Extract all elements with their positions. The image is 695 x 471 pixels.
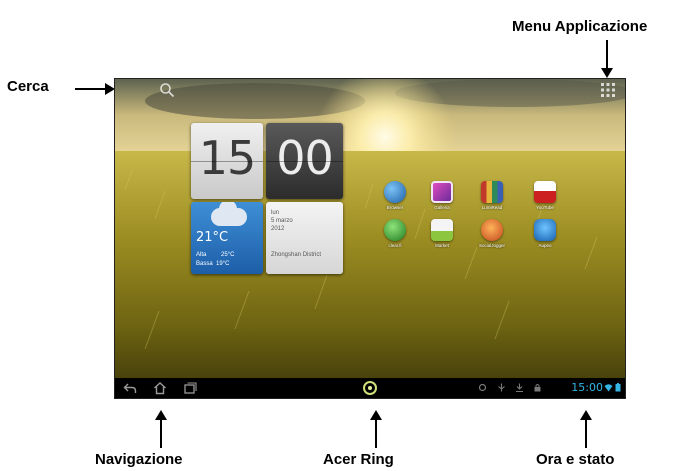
app-label: Aupeo bbox=[538, 243, 552, 248]
callout-ora-e-stato: Ora e stato bbox=[536, 451, 615, 468]
search-icon[interactable] bbox=[159, 82, 175, 98]
arrow-navigazione bbox=[155, 410, 167, 448]
callout-cerca: Cerca bbox=[7, 78, 49, 95]
top-bar bbox=[115, 79, 625, 101]
date-day-month: 5 marzo bbox=[271, 218, 293, 224]
callout-menu-applicazione: Menu Applicazione bbox=[512, 18, 648, 35]
app-aupeo[interactable]: Aupeo bbox=[528, 219, 562, 248]
date-year: 2012 bbox=[271, 226, 285, 232]
weather-low-label: Bassa bbox=[196, 261, 213, 267]
market-icon bbox=[431, 219, 453, 241]
back-icon[interactable] bbox=[123, 381, 137, 395]
app-lumiread[interactable]: LumiRead bbox=[475, 181, 509, 210]
app-label: SocialJogger bbox=[478, 243, 505, 248]
arrow-ora-e-stato bbox=[580, 410, 592, 448]
app-youtube[interactable]: YouTube bbox=[528, 181, 562, 210]
socialjogger-icon bbox=[481, 219, 503, 241]
arrow-menu-applicazione bbox=[601, 40, 613, 78]
app-label: clear.fi bbox=[388, 243, 402, 248]
books-icon bbox=[481, 181, 503, 203]
clock-hours-tile[interactable]: 15 bbox=[191, 123, 263, 199]
cloud-icon bbox=[211, 202, 247, 226]
home-icon[interactable] bbox=[153, 381, 167, 395]
callout-acer-ring: Acer Ring bbox=[323, 451, 394, 468]
app-label: Browser bbox=[386, 205, 404, 210]
date-location: Zhongshan District bbox=[271, 252, 322, 258]
tablet-home-screen: 15 00 21°C Alta 25°C Bassa 19°C lun 5 ma… bbox=[114, 78, 626, 399]
youtube-icon bbox=[534, 181, 556, 203]
app-socialjogger[interactable]: SocialJogger bbox=[475, 219, 509, 248]
acer-ring-icon[interactable] bbox=[363, 381, 377, 395]
arrow-acer-ring bbox=[370, 410, 382, 448]
app-market[interactable]: Market bbox=[425, 219, 459, 248]
lock-icon[interactable] bbox=[533, 383, 542, 392]
wifi-icon[interactable] bbox=[604, 383, 613, 392]
app-label: YouTube bbox=[536, 205, 554, 210]
weather-temperature: 21°C bbox=[196, 230, 229, 245]
app-label: Market bbox=[435, 243, 449, 248]
clock-minutes-tile[interactable]: 00 bbox=[266, 123, 343, 199]
usb-icon[interactable] bbox=[497, 383, 506, 392]
system-bar: 15:00 bbox=[115, 378, 625, 398]
app-label: LumiRead bbox=[481, 205, 503, 210]
gallery-icon bbox=[431, 181, 453, 203]
clock-minutes: 00 bbox=[276, 131, 334, 185]
app-browser[interactable]: Browser bbox=[378, 181, 412, 210]
app-clearfi[interactable]: clear.fi bbox=[378, 219, 412, 248]
weather-high-value: 25°C bbox=[221, 252, 235, 258]
app-menu-grid-icon[interactable] bbox=[601, 83, 615, 97]
callout-navigazione: Navigazione bbox=[95, 451, 183, 468]
status-bar-time[interactable]: 15:00 bbox=[571, 381, 603, 394]
weather-low-value: 19°C bbox=[216, 261, 230, 267]
globe-icon bbox=[384, 181, 406, 203]
arrow-cerca bbox=[75, 83, 115, 95]
notification-icon[interactable] bbox=[478, 383, 487, 392]
weather-widget[interactable]: 21°C Alta 25°C Bassa 19°C bbox=[191, 202, 263, 274]
aupeo-icon bbox=[534, 219, 556, 241]
clearfi-icon bbox=[384, 219, 406, 241]
clock-hours: 15 bbox=[198, 131, 257, 185]
weather-high-label: Alta bbox=[196, 252, 207, 258]
battery-icon[interactable] bbox=[615, 383, 621, 392]
app-galleria[interactable]: Galleria bbox=[425, 181, 459, 210]
date-weekday: lun bbox=[271, 210, 280, 216]
recent-apps-icon[interactable] bbox=[183, 381, 197, 395]
download-icon[interactable] bbox=[515, 383, 524, 392]
app-label: Galleria bbox=[434, 205, 450, 210]
date-widget[interactable]: lun 5 marzo 2012 Zhongshan District bbox=[266, 202, 343, 274]
